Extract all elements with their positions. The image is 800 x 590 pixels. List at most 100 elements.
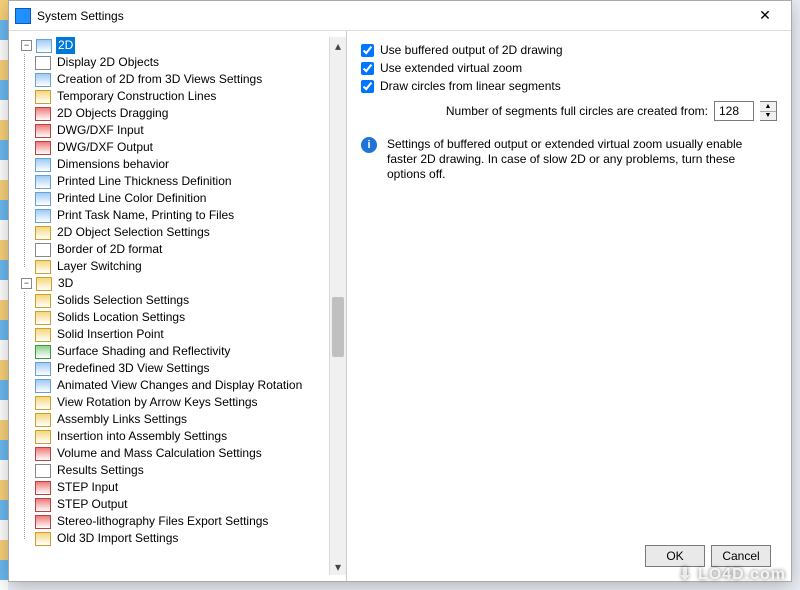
expander-icon[interactable]: − <box>21 40 32 51</box>
expander-icon[interactable]: − <box>21 278 32 289</box>
checkbox-buffered-output[interactable]: Use buffered output of 2D drawing <box>361 41 777 59</box>
scroll-thumb[interactable] <box>332 297 344 357</box>
dialog-buttons: OK Cancel <box>645 545 771 567</box>
tree-root-3d-node[interactable]: 3D <box>56 275 75 292</box>
scroll-down-icon[interactable]: ▾ <box>330 558 346 575</box>
ok-button[interactable]: OK <box>645 545 705 567</box>
tree-item[interactable]: Print Task Name, Printing to Files <box>35 207 346 224</box>
tree-item[interactable]: Old 3D Import Settings <box>35 530 346 547</box>
tree-label: Dimensions behavior <box>55 156 171 173</box>
tree-item[interactable]: Predefined 3D View Settings <box>35 360 346 377</box>
tree-label: 2D Object Selection Settings <box>55 224 212 241</box>
tree-item[interactable]: Printed Line Color Definition <box>35 190 346 207</box>
segments-spinner[interactable]: ▲ ▼ <box>760 101 777 121</box>
tree-label: 2D Objects Dragging <box>55 105 170 122</box>
tree-item[interactable]: Layer Switching <box>35 258 346 275</box>
tree-item[interactable]: Solid Insertion Point <box>35 326 346 343</box>
item-icon <box>35 141 51 155</box>
item-icon <box>35 396 51 410</box>
checkbox-label: Use extended virtual zoom <box>380 61 522 75</box>
window-title: System Settings <box>37 9 745 23</box>
tree-label: STEP Output <box>55 496 129 513</box>
app-icon <box>15 8 31 24</box>
item-icon <box>35 498 51 512</box>
checkbox-input[interactable] <box>361 62 374 75</box>
folder-3d-icon <box>36 277 52 291</box>
item-icon <box>35 209 51 223</box>
tree-label: Printed Line Color Definition <box>55 190 208 207</box>
tree-label: Volume and Mass Calculation Settings <box>55 445 264 462</box>
tree-label: Stereo-lithography Files Export Settings <box>55 513 270 530</box>
item-icon <box>35 328 51 342</box>
info-icon: i <box>361 137 377 153</box>
item-icon <box>35 430 51 444</box>
item-icon <box>35 532 51 546</box>
titlebar: System Settings ✕ <box>9 1 791 31</box>
tree-item[interactable]: Creation of 2D from 3D Views Settings <box>35 71 346 88</box>
tree-item[interactable]: Display 2D Objects <box>35 54 346 71</box>
cancel-button[interactable]: Cancel <box>711 545 771 567</box>
segments-input[interactable] <box>714 101 754 121</box>
children-2d: Display 2D Objects Creation of 2D from 3… <box>35 54 346 275</box>
spinner-up-icon[interactable]: ▲ <box>760 102 776 112</box>
tree-item[interactable]: Solids Selection Settings <box>35 292 346 309</box>
checkbox-linear-segments[interactable]: Draw circles from linear segments <box>361 77 777 95</box>
tree-item[interactable]: View Rotation by Arrow Keys Settings <box>35 394 346 411</box>
info-text: Settings of buffered output or extended … <box>387 137 752 182</box>
tree-item[interactable]: DWG/DXF Input <box>35 122 346 139</box>
tree-root-2d-node[interactable]: 2D <box>56 37 75 54</box>
settings-tree[interactable]: − 2D Display 2D Objects Creation of 2D f… <box>15 37 346 547</box>
tree-label: Assembly Links Settings <box>55 411 189 428</box>
tree-label: Insertion into Assembly Settings <box>55 428 229 445</box>
tree-root-3d[interactable]: − 3D <box>15 275 346 292</box>
tree-item[interactable]: Dimensions behavior <box>35 156 346 173</box>
checkbox-input[interactable] <box>361 44 374 57</box>
tree-item[interactable]: Stereo-lithography Files Export Settings <box>35 513 346 530</box>
tree-item[interactable]: Printed Line Thickness Definition <box>35 173 346 190</box>
tree-item[interactable]: STEP Output <box>35 496 346 513</box>
item-icon <box>35 260 51 274</box>
close-button[interactable]: ✕ <box>745 7 785 24</box>
tree-item[interactable]: Results Settings <box>35 462 346 479</box>
tree-root-2d[interactable]: − 2D <box>15 37 346 54</box>
settings-window: System Settings ✕ − 2D Display 2D Object… <box>8 0 792 582</box>
tree-label: Results Settings <box>55 462 146 479</box>
tree-label: View Rotation by Arrow Keys Settings <box>55 394 260 411</box>
tree-label: STEP Input <box>55 479 120 496</box>
scroll-up-icon[interactable]: ▴ <box>330 37 346 54</box>
spinner-down-icon[interactable]: ▼ <box>760 112 776 121</box>
item-icon <box>35 515 51 529</box>
tree-item[interactable]: DWG/DXF Output <box>35 139 346 156</box>
segments-label: Number of segments full circles are crea… <box>446 104 708 118</box>
item-icon <box>35 413 51 427</box>
tree-label: 2D <box>56 37 75 54</box>
item-icon <box>35 90 51 104</box>
tree-item[interactable]: Assembly Links Settings <box>35 411 346 428</box>
item-icon <box>35 175 51 189</box>
tree-item[interactable]: Volume and Mass Calculation Settings <box>35 445 346 462</box>
checkbox-virtual-zoom[interactable]: Use extended virtual zoom <box>361 59 777 77</box>
tree-item[interactable]: 2D Objects Dragging <box>35 105 346 122</box>
item-icon <box>35 243 51 257</box>
item-icon <box>35 379 51 393</box>
tree-item[interactable]: Surface Shading and Reflectivity <box>35 343 346 360</box>
tree-label: Solid Insertion Point <box>55 326 166 343</box>
checkbox-input[interactable] <box>361 80 374 93</box>
tree-label: Solids Location Settings <box>55 309 187 326</box>
tree-label: Print Task Name, Printing to Files <box>55 207 236 224</box>
tree-label: Creation of 2D from 3D Views Settings <box>55 71 264 88</box>
tree-wrap: − 2D Display 2D Objects Creation of 2D f… <box>15 37 346 575</box>
children-3d: Solids Selection Settings Solids Locatio… <box>35 292 346 547</box>
tree-item[interactable]: Temporary Construction Lines <box>35 88 346 105</box>
tree-item[interactable]: Solids Location Settings <box>35 309 346 326</box>
tree-scrollbar[interactable]: ▴ ▾ <box>329 37 346 575</box>
tree-item[interactable]: Animated View Changes and Display Rotati… <box>35 377 346 394</box>
tree-item[interactable]: Border of 2D format <box>35 241 346 258</box>
tree-label: Layer Switching <box>55 258 144 275</box>
tree-item[interactable]: Insertion into Assembly Settings <box>35 428 346 445</box>
tree-item[interactable]: STEP Input <box>35 479 346 496</box>
tree-item[interactable]: 2D Object Selection Settings <box>35 224 346 241</box>
item-icon <box>35 158 51 172</box>
item-icon <box>35 73 51 87</box>
tree-label: Printed Line Thickness Definition <box>55 173 234 190</box>
